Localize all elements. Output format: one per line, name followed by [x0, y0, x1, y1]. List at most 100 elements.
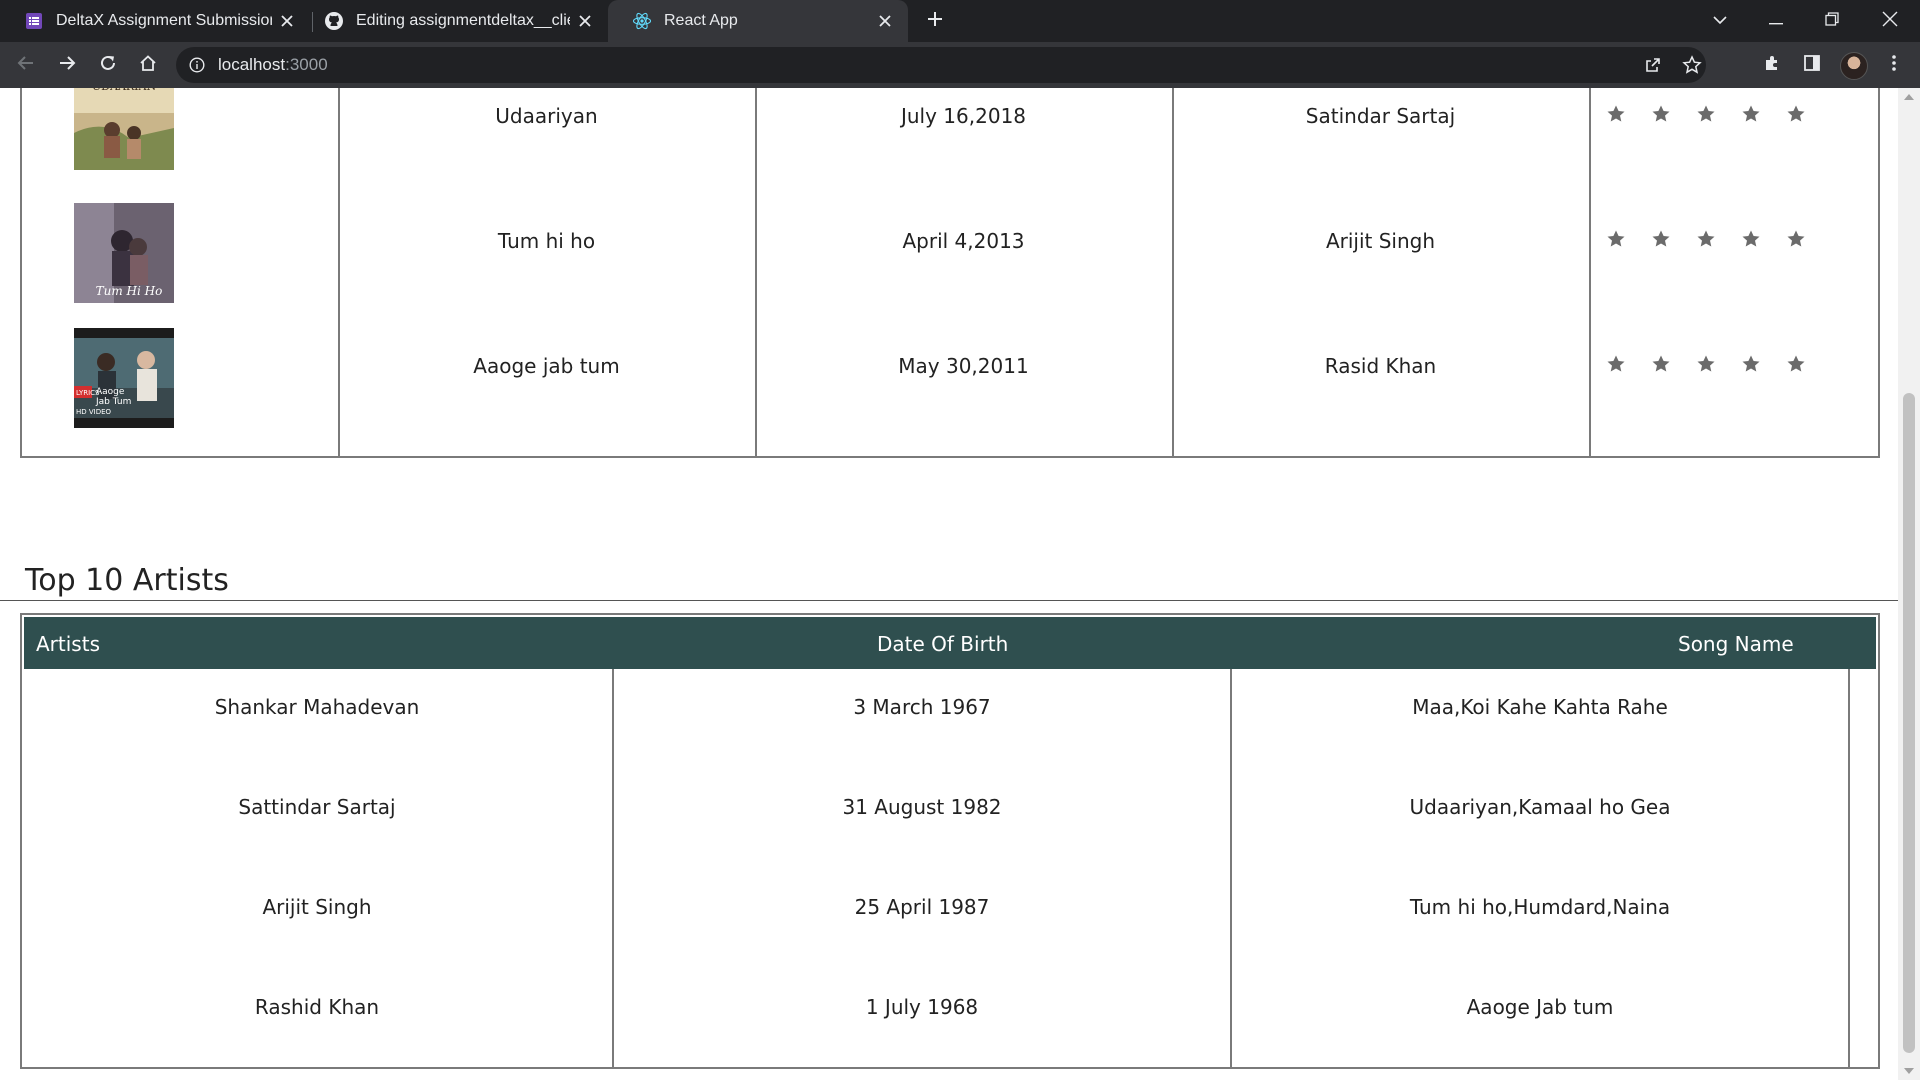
restore-button[interactable]: [1804, 0, 1860, 42]
star-icon[interactable]: [1604, 102, 1649, 126]
song-title: Udaariyan: [495, 104, 598, 128]
star-icon[interactable]: [1739, 102, 1784, 126]
restore-icon: [1825, 11, 1839, 31]
song-artist: Arijit Singh: [1325, 229, 1436, 253]
home-icon: [139, 54, 157, 77]
arrow-right-icon: [58, 54, 76, 77]
star-icon[interactable]: [1784, 227, 1829, 251]
artist-dob: 31 August 1982: [842, 795, 1002, 819]
puzzle-icon: [1763, 54, 1781, 77]
side-panel-icon: [1803, 54, 1821, 77]
page-viewport: UDAARIAN Udaariyan July 16,2018 Satindar…: [0, 88, 1898, 1080]
url-host: localhost: [218, 55, 286, 74]
release-date: July 16,2018: [900, 104, 1027, 128]
star-icon[interactable]: [1649, 102, 1694, 126]
close-icon[interactable]: [272, 6, 302, 36]
more-vertical-icon: [1891, 54, 1897, 77]
close-icon[interactable]: [570, 6, 600, 36]
tab-deltax-submission[interactable]: DeltaX Assignment Submission -: [0, 0, 310, 42]
scroll-up-icon[interactable]: [1904, 94, 1914, 100]
forms-icon: [24, 11, 44, 31]
arrow-left-icon: [17, 54, 35, 77]
minimize-icon: [1769, 12, 1783, 30]
reload-icon: [99, 54, 117, 77]
extensions-button[interactable]: [1756, 49, 1788, 81]
song-cover-image: Tum Hi Ho: [74, 203, 174, 303]
table-row: UDAARIAN Udaariyan July 16,2018 Satindar…: [22, 88, 1878, 203]
table-row: Tum Hi Ho Tum hi ho April 4,2013 Arijit …: [22, 203, 1878, 328]
column-divider: [1848, 669, 1850, 1069]
tab-search-button[interactable]: [1692, 0, 1748, 42]
info-icon[interactable]: [188, 56, 206, 74]
svg-text:Tum Hi Ho: Tum Hi Ho: [96, 284, 163, 298]
close-window-button[interactable]: [1862, 0, 1918, 42]
artist-dob: 3 March 1967: [853, 695, 991, 719]
section-divider: [0, 600, 1898, 601]
star-icon[interactable]: [1784, 102, 1829, 126]
release-date: May 30,2011: [898, 354, 1029, 378]
scroll-down-icon[interactable]: [1904, 1068, 1914, 1074]
svg-text:HD VIDEO: HD VIDEO: [76, 408, 112, 416]
table-row: LYRICS Aaoge Jab Tum HD VIDEO Aaoge jab …: [22, 328, 1878, 453]
table-header: Artists Date Of Birth Song Name: [24, 617, 1876, 669]
star-icon[interactable]: [1604, 352, 1649, 376]
page-scrollbar[interactable]: [1898, 88, 1920, 1080]
column-header-songs: Song Name: [1678, 632, 1794, 656]
back-button[interactable]: [10, 49, 42, 81]
tab-title: Editing assignmentdeltax__client/: [356, 12, 570, 29]
scrollbar-thumb[interactable]: [1903, 393, 1915, 1053]
song-title: Aaoge jab tum: [473, 354, 620, 378]
star-icon[interactable]: [1604, 227, 1649, 251]
reload-button[interactable]: [92, 49, 124, 81]
tab-title: React App: [664, 12, 738, 29]
browser-menu-button[interactable]: [1878, 49, 1910, 81]
minimize-button[interactable]: [1748, 0, 1804, 42]
svg-text:Aaoge: Aaoge: [96, 387, 125, 397]
artist-name: Arijit Singh: [262, 895, 372, 919]
artist-dob: 25 April 1987: [854, 895, 990, 919]
star-icon[interactable]: [1649, 352, 1694, 376]
rating-stars[interactable]: [1604, 227, 1829, 251]
rating-stars[interactable]: [1604, 352, 1829, 376]
songs-table: UDAARIAN Udaariyan July 16,2018 Satindar…: [20, 88, 1880, 458]
side-panel-button[interactable]: [1796, 49, 1828, 81]
song-title: Tum hi ho: [497, 229, 596, 253]
song-cover-image: LYRICS Aaoge Jab Tum HD VIDEO: [74, 328, 174, 428]
home-button[interactable]: [132, 49, 164, 81]
close-icon[interactable]: [870, 6, 900, 36]
star-icon[interactable]: [1694, 352, 1739, 376]
address-bar[interactable]: localhost:3000: [176, 47, 1706, 83]
star-icon[interactable]: [1694, 227, 1739, 251]
column-header-dob: Date Of Birth: [877, 632, 1009, 656]
profile-avatar[interactable]: [1840, 52, 1868, 80]
song-artist: Rasid Khan: [1324, 354, 1437, 378]
column-header-artists: Artists: [36, 632, 100, 656]
star-icon[interactable]: [1739, 227, 1784, 251]
artist-name: Rashid Khan: [254, 995, 380, 1019]
url-port: :3000: [285, 55, 328, 74]
artists-table: Artists Date Of Birth Song Name Shankar …: [20, 613, 1880, 1069]
plus-icon: [926, 10, 944, 33]
forward-button[interactable]: [51, 49, 83, 81]
star-icon[interactable]: [1649, 227, 1694, 251]
close-icon: [1882, 11, 1898, 32]
url-text: localhost:3000: [218, 55, 328, 75]
rating-stars[interactable]: [1604, 102, 1829, 126]
release-date: April 4,2013: [902, 229, 1025, 253]
section-title: Top 10 Artists: [25, 563, 229, 598]
star-icon[interactable]: [1739, 352, 1784, 376]
tab-react-app[interactable]: React App: [608, 0, 908, 42]
browser-tab-strip: DeltaX Assignment Submission - Editing a…: [0, 0, 1920, 42]
tab-github-editing[interactable]: Editing assignmentdeltax__client/: [300, 0, 608, 42]
star-icon[interactable]: [1694, 102, 1739, 126]
star-icon[interactable]: [1784, 352, 1829, 376]
share-icon[interactable]: [1644, 56, 1662, 79]
svg-text:UDAARIAN: UDAARIAN: [92, 88, 157, 93]
new-tab-button[interactable]: [920, 6, 950, 36]
artist-songs: Tum hi ho,Humdard,Naina: [1409, 895, 1671, 919]
chevron-down-icon: [1712, 12, 1728, 30]
artist-name: Shankar Mahadevan: [214, 695, 420, 719]
song-cover-image: UDAARIAN: [74, 88, 174, 170]
bookmark-star-icon[interactable]: [1682, 55, 1702, 80]
artist-songs: Aaoge Jab tum: [1466, 995, 1614, 1019]
